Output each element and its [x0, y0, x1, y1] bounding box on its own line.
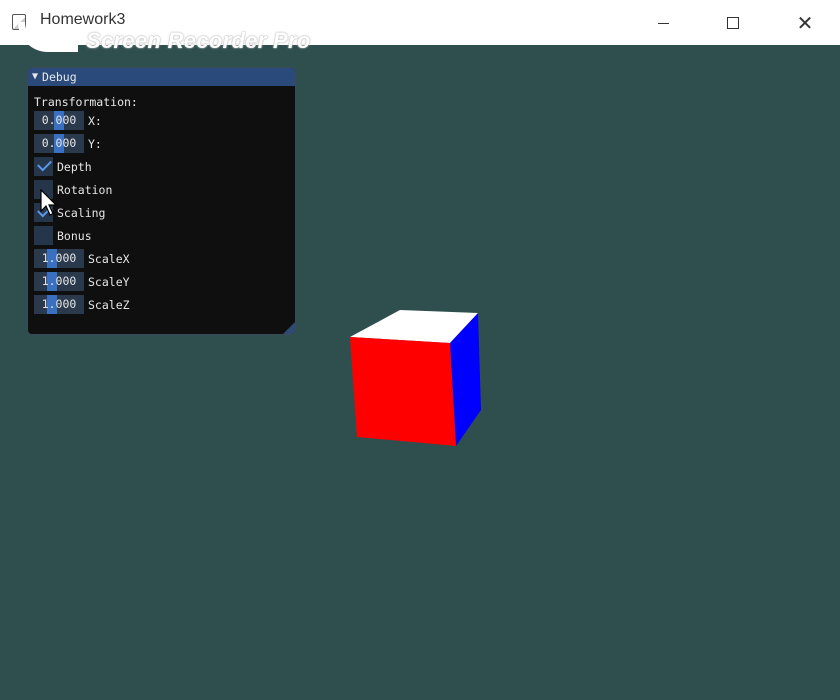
- debug-panel-title: Debug: [42, 70, 77, 84]
- close-button[interactable]: ✕: [770, 0, 840, 45]
- maximize-icon: [727, 16, 739, 29]
- x-label: X:: [88, 113, 102, 128]
- mouse-cursor-icon: [40, 189, 58, 216]
- section-label: Transformation:: [34, 94, 138, 109]
- close-icon: ✕: [796, 10, 814, 35]
- depth-label: Depth: [57, 159, 92, 174]
- y-label: Y:: [88, 136, 102, 151]
- cube-right-face: [450, 313, 481, 446]
- bonus-checkbox[interactable]: [34, 226, 53, 245]
- window-title-bar: Homework3 Screen Recorder Pro ✕: [0, 0, 840, 53]
- bonus-label: Bonus: [57, 228, 92, 243]
- scaley-label: ScaleY: [88, 274, 130, 289]
- resize-grip-icon[interactable]: [283, 322, 295, 334]
- scale-row-y: 1.000 ScaleY: [34, 272, 130, 291]
- rotation-label: Rotation: [57, 182, 113, 197]
- scaley-input[interactable]: 1.000: [34, 272, 84, 291]
- debug-panel-header[interactable]: ▼ Debug: [28, 68, 295, 86]
- section-label-row: Transformation:: [34, 92, 138, 111]
- minimize-icon: [657, 22, 669, 24]
- field-row-x: 0.000 X:: [34, 111, 102, 130]
- debug-panel[interactable]: ▼ Debug Transformation: 0.000 X: 0.000 Y…: [27, 67, 296, 335]
- scalez-input[interactable]: 1.000: [34, 295, 84, 314]
- collapse-triangle-icon[interactable]: ▼: [32, 68, 38, 86]
- scale-row-x: 1.000 ScaleX: [34, 249, 130, 268]
- watermark-text: Screen Recorder Pro: [86, 28, 311, 53]
- depth-checkbox[interactable]: [34, 156, 53, 176]
- x-input[interactable]: 0.000: [34, 111, 84, 130]
- y-input[interactable]: 0.000: [34, 134, 84, 153]
- scale-row-z: 1.000 ScaleZ: [34, 295, 130, 314]
- watermark-logo-icon: [18, 22, 78, 52]
- cube-top-face: [350, 310, 478, 343]
- checkbox-row-bonus: Bonus: [34, 226, 92, 245]
- scalex-input[interactable]: 1.000: [34, 249, 84, 268]
- minimize-button[interactable]: [628, 0, 698, 45]
- field-row-y: 0.000 Y:: [34, 134, 102, 153]
- maximize-button[interactable]: [698, 0, 768, 45]
- checkmark-icon: [37, 156, 52, 172]
- scalez-label: ScaleZ: [88, 297, 130, 312]
- scaling-label: Scaling: [57, 205, 106, 220]
- cube-front-face: [350, 337, 456, 446]
- scalex-label: ScaleX: [88, 251, 130, 266]
- checkbox-row-depth: Depth: [34, 156, 92, 176]
